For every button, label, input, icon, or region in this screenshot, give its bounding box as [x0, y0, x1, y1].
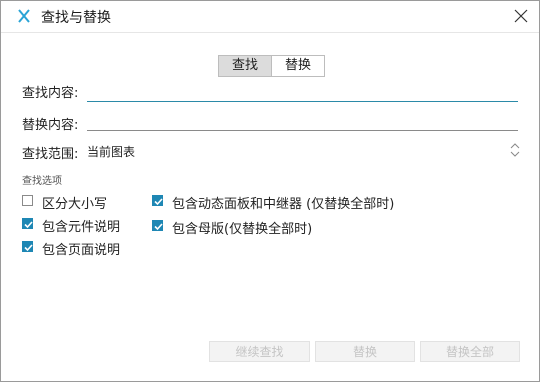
find-replace-dialog: 查找与替换 查找 替换 查找内容: 替换内容: 查找范围: 当前图表 查找选项 … — [0, 0, 540, 382]
checkbox-checked[interactable] — [152, 195, 163, 206]
updown-chevron-icon — [510, 143, 520, 157]
find-field-wrapper — [87, 83, 518, 103]
window-title: 查找与替换 — [41, 10, 111, 26]
tab-replace[interactable]: 替换 — [272, 56, 324, 76]
checkbox-checked[interactable] — [152, 220, 163, 231]
title-bar: 查找与替换 — [1, 1, 539, 33]
checkbox-unchecked[interactable] — [22, 195, 33, 206]
mode-tabs: 查找 替换 — [218, 55, 325, 77]
replace-button[interactable]: 替换 — [315, 341, 415, 362]
find-label: 查找内容: — [22, 86, 79, 101]
check-icon — [24, 244, 33, 252]
find-next-button[interactable]: 继续查找 — [209, 341, 310, 362]
check-icon — [154, 198, 163, 206]
replace-field-wrapper — [87, 112, 518, 132]
find-input[interactable] — [87, 85, 518, 103]
check-icon — [24, 221, 33, 229]
scope-select[interactable]: 当前图表 — [87, 142, 520, 160]
tab-find[interactable]: 查找 — [219, 56, 272, 76]
replace-label: 替换内容: — [22, 118, 79, 133]
close-icon[interactable] — [513, 8, 529, 24]
replace-all-button[interactable]: 替换全部 — [420, 341, 520, 362]
checkbox-checked[interactable] — [22, 218, 33, 229]
scope-value: 当前图表 — [87, 145, 136, 159]
app-x-icon — [18, 9, 30, 23]
checkbox-checked[interactable] — [22, 241, 33, 252]
options-section-label: 查找选项 — [22, 176, 62, 187]
scope-label: 查找范围: — [22, 147, 79, 162]
check-icon — [154, 223, 163, 231]
replace-input[interactable] — [87, 114, 518, 132]
